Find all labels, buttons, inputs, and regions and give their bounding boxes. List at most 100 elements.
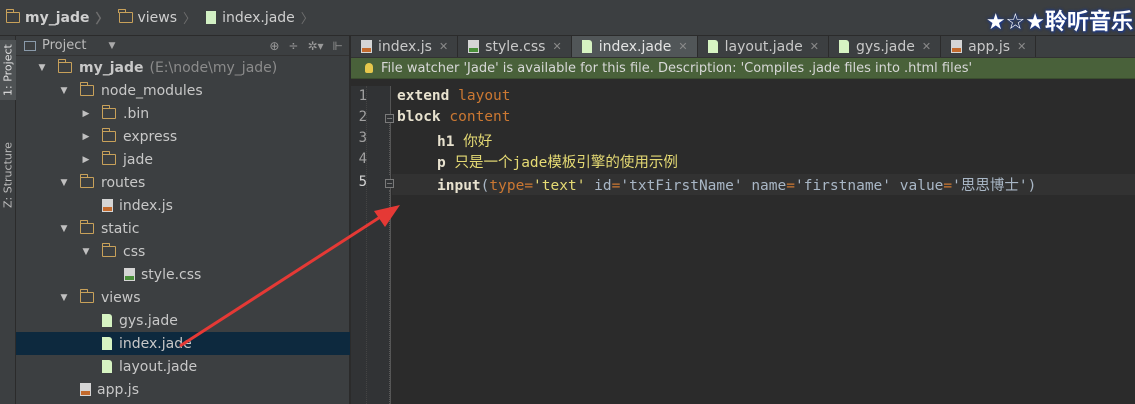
tab-index-jade[interactable]: index.jade ✕ <box>571 36 698 57</box>
close-icon[interactable]: ✕ <box>810 40 819 53</box>
expand-arrow-icon[interactable]: ▼ <box>58 86 70 96</box>
tree-item-label: layout.jade <box>119 358 198 375</box>
tree-item-label: index.jade <box>119 335 192 352</box>
close-icon[interactable]: ✕ <box>678 40 687 53</box>
fold-open-icon[interactable]: − <box>385 114 394 123</box>
tree-item-label: jade <box>123 151 153 168</box>
code-tag: input <box>437 178 481 194</box>
expand-arrow-icon[interactable]: ▼ <box>58 293 70 303</box>
folder-icon <box>79 174 94 188</box>
breadcrumb-separator-icon: 〉 <box>95 12 109 27</box>
expand-arrow-icon[interactable]: ▼ <box>36 63 48 73</box>
tree-item-label: style.css <box>141 266 202 283</box>
collapse-arrow-icon[interactable]: ▶ <box>80 132 92 142</box>
folder-icon <box>57 59 72 73</box>
code-line-1: extend layout <box>397 88 511 104</box>
expand-arrow-icon[interactable]: ▼ <box>80 247 92 257</box>
tab-label: index.jade <box>598 38 672 55</box>
tab-label: index.js <box>378 38 432 55</box>
tree-item-bin[interactable]: ▶ .bin <box>16 102 350 125</box>
tab-layout-jade[interactable]: layout.jade ✕ <box>698 36 829 57</box>
code-line-5: input(type='text' id='txtFirstName' name… <box>437 174 1036 195</box>
collapse-arrow-icon[interactable]: ▶ <box>80 155 92 165</box>
tree-item-label: views <box>101 289 141 306</box>
css-file-icon <box>468 40 480 53</box>
css-file-icon <box>124 268 135 281</box>
expand-arrow-icon[interactable]: ▼ <box>58 224 70 234</box>
lightbulb-icon <box>365 63 373 73</box>
jade-file-icon <box>838 40 849 53</box>
collapse-arrow-icon[interactable]: ▶ <box>80 109 92 119</box>
tab-style-css[interactable]: style.css ✕ <box>458 36 572 57</box>
tree-item-layout-jade[interactable]: layout.jade <box>16 355 350 378</box>
code-line-3: h1 你好 <box>437 130 492 151</box>
expand-arrow-icon[interactable]: ▼ <box>58 178 70 188</box>
code-attribute: type <box>489 178 525 194</box>
tree-item-app-js[interactable]: app.js <box>16 378 350 401</box>
code-string: 'text' <box>533 178 586 194</box>
hide-panel-icon[interactable]: ⊩ <box>333 39 343 53</box>
tree-item-jade[interactable]: ▶ jade <box>16 148 350 171</box>
breadcrumb-item-project[interactable]: my_jade 〉 <box>0 0 113 36</box>
code-equals: = <box>524 178 534 194</box>
tab-label: gys.jade <box>855 38 915 55</box>
breadcrumb-label: views <box>137 9 178 26</box>
file-watcher-banner[interactable]: File watcher 'Jade' is available for thi… <box>351 58 1135 79</box>
folder-icon <box>5 9 20 23</box>
code-identifier: content <box>449 109 511 125</box>
tab-gys-jade[interactable]: gys.jade ✕ <box>829 36 942 57</box>
tree-item-style-css[interactable]: style.css <box>16 263 350 286</box>
tab-project-tool[interactable]: 1: Project <box>0 40 16 100</box>
breadcrumb-label: my_jade <box>25 9 90 26</box>
tree-item-css[interactable]: ▼ css <box>16 240 350 263</box>
tree-item-index-jade[interactable]: index.jade <box>16 332 350 355</box>
tab-label: style.css <box>485 38 546 55</box>
jade-file-icon <box>102 337 112 350</box>
project-tree: ▼ my_jade (E:\node\my_jade) ▼ node_modules ▶.… <box>16 56 350 398</box>
breadcrumb-item-views[interactable]: views 〉 <box>113 0 201 36</box>
tab-index-js[interactable]: index.js ✕ <box>351 36 459 57</box>
code-line-4: p 只是一个jade模板引擎的使用示例 <box>437 151 678 172</box>
close-icon[interactable]: ✕ <box>552 40 561 53</box>
banner-message: File watcher 'Jade' is available for thi… <box>381 60 973 76</box>
line-number: 3 <box>358 130 367 146</box>
tree-item-label: css <box>123 243 146 260</box>
tree-item-node-modules[interactable]: ▼ node_modules <box>16 79 350 102</box>
tree-item-label: gys.jade <box>119 312 178 329</box>
tree-item-label: app.js <box>97 381 139 398</box>
collapse-all-icon[interactable]: ÷ <box>288 39 298 53</box>
close-icon[interactable]: ✕ <box>1017 40 1026 53</box>
project-panel-header[interactable]: Project ▼ ⊕ ÷ ✲▾ ⊩ <box>16 36 349 56</box>
tree-item-index-js[interactable]: index.js <box>16 194 350 217</box>
tree-item-routes[interactable]: ▼ routes <box>16 171 350 194</box>
project-view-icon <box>24 40 36 51</box>
tree-item-gys-jade[interactable]: gys.jade <box>16 309 350 332</box>
gear-icon[interactable]: ✲▾ <box>307 39 323 53</box>
fold-guide <box>389 190 390 404</box>
project-panel: Project ▼ ⊕ ÷ ✲▾ ⊩ ▼ my_jade (E:\node\my_j… <box>16 36 350 404</box>
tree-item-label: routes <box>101 174 146 191</box>
breadcrumb-item-file[interactable]: index.jade 〉 <box>200 0 318 36</box>
line-number: 5 <box>358 174 367 190</box>
tree-item-express[interactable]: ▶ express <box>16 125 350 148</box>
line-number: 4 <box>358 151 367 167</box>
line-number: 2 <box>358 109 367 125</box>
code-editor[interactable]: 1 2 3 4 5 − − extend layout block conten… <box>351 86 1135 404</box>
tree-item-views[interactable]: ▼ views <box>16 286 350 309</box>
tree-item-static[interactable]: ▼ static <box>16 217 350 240</box>
tab-structure-tool[interactable]: Z: Structure <box>0 132 16 218</box>
chevron-down-icon[interactable]: ▼ <box>108 41 115 51</box>
jade-file-icon <box>206 11 217 24</box>
code-equals: = <box>786 178 795 194</box>
code-text: 只是一个jade模板引擎的使用示例 <box>454 155 678 171</box>
close-icon[interactable]: ✕ <box>922 40 931 53</box>
code-string: 'txtFirstName' <box>620 178 743 194</box>
fold-close-icon[interactable]: − <box>385 179 394 188</box>
scroll-from-source-icon[interactable]: ⊕ <box>269 39 279 53</box>
close-icon[interactable]: ✕ <box>439 40 448 53</box>
breadcrumb-label: index.jade <box>222 9 295 26</box>
tab-app-js[interactable]: app.js ✕ <box>941 36 1037 57</box>
folder-icon <box>101 105 116 119</box>
tree-item-my-jade[interactable]: ▼ my_jade (E:\node\my_jade) <box>16 56 350 79</box>
code-attribute: value <box>899 178 944 194</box>
